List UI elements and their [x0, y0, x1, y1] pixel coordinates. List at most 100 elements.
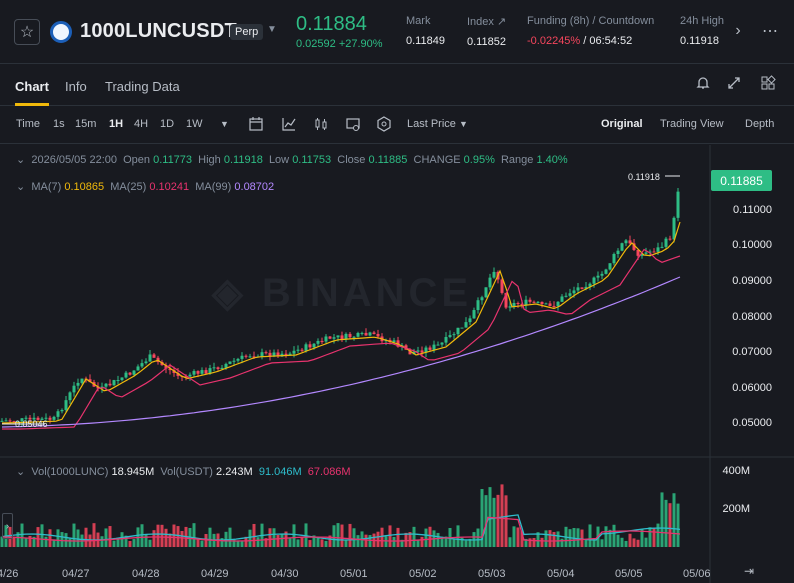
price-tick: 0.05000 [732, 417, 772, 429]
volume-bar [624, 540, 628, 547]
bell-icon[interactable] [695, 75, 711, 91]
volume-bar [620, 537, 624, 547]
candle-body [60, 409, 64, 412]
volume-bar [656, 523, 660, 547]
symbol-title[interactable]: 1000LUNCUSDT [80, 20, 237, 43]
favorite-star-icon[interactable]: ☆ [14, 19, 40, 45]
volume-bar [560, 538, 564, 547]
volume-tick: 400M [722, 465, 750, 477]
interval-15m[interactable]: 15m [75, 118, 96, 130]
candle-body [352, 336, 356, 338]
calendar-icon[interactable] [248, 116, 264, 132]
volume-bar [616, 534, 620, 547]
volume-bar [668, 503, 672, 547]
volume-bar [292, 524, 296, 547]
candle-body [512, 302, 516, 307]
candle-body [616, 250, 620, 254]
volume-bar [112, 540, 116, 547]
chevron-down-icon[interactable]: ▼ [267, 24, 277, 35]
ohlc-legend: ⌄ 2026/05/05 22:00 Open 0.11773 High 0.1… [16, 154, 568, 166]
candle-body [492, 271, 496, 278]
candle-body [308, 344, 312, 348]
interval-dropdown-icon[interactable]: ▼ [220, 119, 229, 129]
candle-body [304, 344, 308, 351]
price-tick: 0.08000 [732, 311, 772, 323]
interval-1d[interactable]: 1D [160, 118, 174, 130]
depth-shield-icon[interactable] [376, 116, 392, 132]
tab-trading-data[interactable]: Trading Data [105, 79, 180, 94]
binance-watermark: ◈ BINANCE [212, 271, 473, 315]
view-tradingview[interactable]: Trading View [660, 118, 724, 130]
settings-icon[interactable] [345, 116, 361, 132]
volume-bar [128, 540, 132, 547]
candle-body [664, 238, 668, 247]
expand-icon[interactable] [726, 75, 742, 91]
candle-type-icon[interactable] [313, 116, 329, 132]
volume-bar [12, 536, 16, 547]
interval-1s[interactable]: 1s [53, 118, 65, 130]
layout-grid-icon[interactable] [760, 75, 776, 91]
candle-body [112, 380, 116, 386]
volume-bar [380, 527, 384, 547]
indicator-icon[interactable] [281, 116, 297, 132]
candle-body [64, 400, 68, 410]
volume-bar [648, 527, 652, 547]
volume-bar [544, 530, 548, 547]
volume-bar [340, 524, 344, 547]
volume-bar [228, 527, 232, 547]
interval-4h[interactable]: 4H [134, 118, 148, 130]
candle-body [544, 303, 548, 305]
price-tick: 0.10000 [732, 239, 772, 251]
volume-bar [676, 503, 680, 547]
ma-legend: ⌄ MA(7) 0.10865 MA(25) 0.10241 MA(99) 0.… [16, 181, 275, 193]
candle-body [572, 290, 576, 294]
date-tick: 05/01 [340, 568, 368, 580]
tab-chart[interactable]: Chart [15, 79, 49, 94]
volume-bar [436, 532, 440, 547]
candle-body [68, 392, 72, 401]
candle-body [560, 296, 564, 302]
candle-body [448, 335, 452, 338]
interval-time[interactable]: Time [16, 118, 40, 130]
candle-body [644, 252, 648, 254]
volume-bar [476, 528, 480, 547]
volume-bar [288, 538, 292, 547]
candle-body [552, 305, 556, 307]
volume-bar [180, 531, 184, 547]
more-menu-icon[interactable]: ⋯ [760, 20, 780, 42]
candle-body [432, 344, 436, 350]
volume-bar [652, 527, 656, 547]
candle-body [240, 355, 244, 359]
volume-bar [368, 535, 372, 547]
volume-bar [108, 526, 112, 547]
volume-bar [388, 525, 392, 547]
volume-bar [72, 523, 76, 547]
volume-bar [60, 532, 64, 547]
mark-price-stat: Mark 0.11849 [406, 15, 445, 47]
view-depth[interactable]: Depth [745, 118, 774, 130]
volume-bar [664, 499, 668, 547]
candle-body [120, 377, 124, 381]
chevron-right-icon[interactable]: › [730, 20, 746, 42]
tab-info[interactable]: Info [65, 79, 87, 94]
volume-bar [452, 539, 456, 547]
interval-1w[interactable]: 1W [186, 118, 203, 130]
volume-bar [172, 524, 176, 547]
price-type-select[interactable]: Last Price ▼ [407, 118, 468, 130]
candle-body [660, 246, 664, 248]
candle-body [260, 352, 264, 357]
funding-stat: Funding (8h) / Countdown -0.02245% / 06:5… [527, 15, 655, 47]
interval-1h[interactable]: 1H [109, 118, 123, 130]
candle-body [144, 361, 148, 364]
candle-body [132, 370, 136, 375]
expand-left-icon[interactable]: › [2, 513, 13, 539]
scroll-end-icon[interactable]: ⇥ [741, 563, 757, 579]
volume-bar [20, 523, 24, 547]
candle-body [452, 334, 456, 336]
candle-body [4, 420, 8, 422]
view-original[interactable]: Original [601, 118, 643, 130]
candle-body [624, 240, 628, 244]
candlestick-chart[interactable] [0, 145, 794, 583]
candle-body [152, 354, 156, 358]
volume-bar [456, 525, 460, 547]
